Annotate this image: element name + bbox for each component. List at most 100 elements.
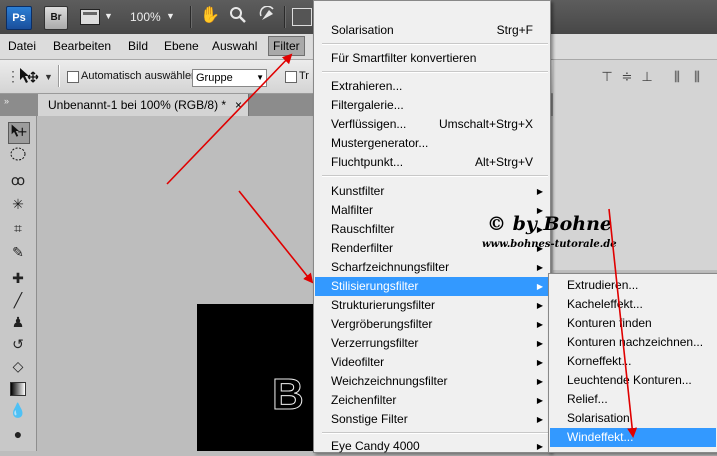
submenu-item-find-edges[interactable]: Konturen finden — [550, 314, 716, 333]
menu-bild[interactable]: Bild — [125, 38, 151, 54]
menu-item-sharpen[interactable]: Scharfzeichnungsfilter ▶ — [315, 258, 549, 277]
menu-item-texture[interactable]: Strukturierungsfilter ▶ — [315, 296, 549, 315]
hand-icon[interactable]: ✋ — [200, 6, 220, 26]
menu-auswahl[interactable]: Auswahl — [209, 38, 260, 54]
menu-item-vanishing-point[interactable]: Fluchtpunkt... Alt+Strg+V — [315, 153, 549, 172]
zoom-level[interactable]: 100% — [130, 10, 161, 24]
menu-item-extract[interactable]: Extrahieren... — [315, 77, 549, 96]
divider — [190, 6, 191, 28]
menu-item-last-filter[interactable]: Solarisation Strg+F — [315, 21, 549, 40]
menu-item-smartfilter[interactable]: Für Smartfilter konvertieren — [315, 49, 549, 68]
tools-panel: ꝏ ✳ ⌗ ✎ ✚ ╱ ♟ ↺ ◇ 💧 ● — [0, 116, 37, 451]
lasso-tool-icon[interactable]: ꝏ — [8, 170, 28, 190]
submenu-arrow-icon: ▶ — [536, 320, 543, 329]
magic-wand-icon[interactable]: ✳ — [8, 194, 28, 214]
submenu-arrow-icon: ▶ — [536, 187, 543, 196]
menu-item-video[interactable]: Videofilter ▶ — [315, 353, 549, 372]
auto-select-checkbox[interactable] — [67, 71, 79, 83]
submenu-item-tiles[interactable]: Kacheleffekt... — [550, 295, 716, 314]
submenu-arrow-icon: ▶ — [536, 263, 543, 272]
align-middle-icon[interactable]: ≑ — [619, 70, 635, 84]
auto-select-label: Automatisch auswählen: — [81, 70, 201, 82]
marquee-tool-icon[interactable] — [8, 146, 28, 166]
menu-item-pattern-maker[interactable]: Mustergenerator... — [315, 134, 549, 153]
distribute-icon[interactable]: ⫼ — [669, 70, 685, 84]
menu-item-filter-gallery[interactable]: Filtergalerie... — [315, 96, 549, 115]
transform-controls-label: Tr — [299, 70, 309, 82]
collapse-icon[interactable]: » — [4, 96, 9, 106]
menu-filter[interactable]: Filter — [268, 36, 305, 56]
blur-tool-icon[interactable]: 💧 — [8, 400, 28, 420]
photoshop-logo[interactable]: Ps — [6, 6, 32, 30]
move-tool-icon[interactable] — [18, 67, 40, 90]
submenu-item-diffuse[interactable]: Korneffekt... — [550, 352, 716, 371]
menu-separator — [322, 432, 548, 434]
auto-select-dropdown[interactable]: Gruppe ▼ — [192, 69, 267, 87]
submenu-arrow-icon: ▶ — [536, 377, 543, 386]
submenu-arrow-icon: ▶ — [536, 415, 543, 424]
healing-brush-icon[interactable]: ✚ — [8, 268, 28, 288]
arrow-to-stylize — [238, 190, 314, 284]
rotate-view-icon[interactable] — [258, 5, 278, 26]
align-bottom-icon[interactable]: ⊥ — [639, 70, 655, 84]
menu-bearbeiten[interactable]: Bearbeiten — [50, 38, 114, 54]
divider — [58, 65, 59, 87]
close-icon[interactable]: × — [235, 94, 242, 116]
stylize-submenu: Extrudieren... Kacheleffekt... Konturen … — [548, 273, 717, 453]
menu-datei[interactable]: Datei — [5, 38, 39, 54]
submenu-item-extrude[interactable]: Extrudieren... — [550, 276, 716, 295]
menu-item-stylize[interactable]: Stilisierungsfilter ▶ — [315, 277, 549, 296]
submenu-arrow-icon: ▶ — [536, 301, 543, 310]
clone-stamp-icon[interactable]: ♟ — [8, 312, 28, 332]
document-tab[interactable]: Unbenannt-1 bei 100% (RGB/8) * × — [38, 94, 249, 116]
menu-item-distort[interactable]: Verzerrungsfilter ▶ — [315, 334, 549, 353]
gradient-swatch — [10, 382, 26, 396]
menu-item-liquify[interactable]: Verflüssigen... Umschalt+Strg+X — [315, 115, 549, 134]
chevron-down-icon: ▼ — [256, 73, 264, 82]
document-title: Unbenannt-1 bei 100% (RGB/8) * — [48, 98, 227, 112]
crop-tool-icon[interactable]: ⌗ — [8, 218, 28, 238]
submenu-arrow-icon: ▶ — [536, 282, 543, 291]
submenu-arrow-icon: ▶ — [536, 339, 543, 348]
menu-item-blur[interactable]: Weichzeichnungsfilter ▶ — [315, 372, 549, 391]
arrange-icon[interactable] — [292, 8, 312, 26]
watermark-url: www.bohnes-tutorale.de — [482, 239, 617, 250]
move-tool-icon[interactable] — [8, 122, 30, 144]
chevron-down-icon[interactable]: ▼ — [44, 72, 53, 82]
menu-ebene[interactable]: Ebene — [161, 38, 202, 54]
chevron-down-icon[interactable]: ▼ — [166, 11, 175, 21]
align-top-icon[interactable]: ⊤ — [599, 70, 615, 84]
eraser-tool-icon[interactable]: ◇ — [8, 356, 28, 376]
history-brush-icon[interactable]: ↺ — [8, 334, 28, 354]
transform-controls-checkbox[interactable] — [285, 71, 297, 83]
submenu-item-glowing-edges[interactable]: Leuchtende Konturen... — [550, 371, 716, 390]
menu-separator — [322, 71, 548, 73]
menu-separator — [322, 43, 548, 45]
submenu-item-trace-contour[interactable]: Konturen nachzeichnen... — [550, 333, 716, 352]
submenu-item-solarize[interactable]: Solarisation — [550, 409, 716, 428]
menu-item-sketch[interactable]: Zeichenfilter ▶ — [315, 391, 549, 410]
screen-mode-icon[interactable] — [80, 9, 100, 25]
distribute-icon[interactable]: ⫼ — [689, 70, 705, 84]
menu-item-artistic[interactable]: Kunstfilter ▶ — [315, 182, 549, 201]
menu-item-other[interactable]: Sonstige Filter ▶ — [315, 410, 549, 429]
auto-select-value: Gruppe — [196, 72, 233, 84]
submenu-arrow-icon: ▶ — [536, 358, 543, 367]
gradient-tool-icon[interactable] — [8, 378, 28, 398]
submenu-arrow-icon: ▶ — [536, 396, 543, 405]
menu-item-eye-candy[interactable]: Eye Candy 4000 ▶ — [315, 437, 549, 456]
chevron-down-icon[interactable]: ▼ — [104, 11, 113, 21]
watermark-author: © by Bohne — [487, 213, 613, 235]
bridge-button[interactable]: Br — [44, 6, 68, 30]
canvas-letter: B — [272, 370, 305, 420]
menu-item-pixelate[interactable]: Vergröberungsfilter ▶ — [315, 315, 549, 334]
submenu-item-wind[interactable]: Windeffekt... — [550, 428, 716, 447]
brush-tool-icon[interactable]: ╱ — [8, 290, 28, 310]
divider — [284, 6, 285, 28]
menu-separator — [322, 175, 548, 177]
dodge-tool-icon[interactable]: ● — [8, 424, 28, 444]
submenu-item-emboss[interactable]: Relief... — [550, 390, 716, 409]
submenu-arrow-icon: ▶ — [536, 442, 543, 451]
zoom-icon[interactable] — [228, 6, 248, 26]
eyedropper-icon[interactable]: ✎ — [8, 242, 28, 262]
